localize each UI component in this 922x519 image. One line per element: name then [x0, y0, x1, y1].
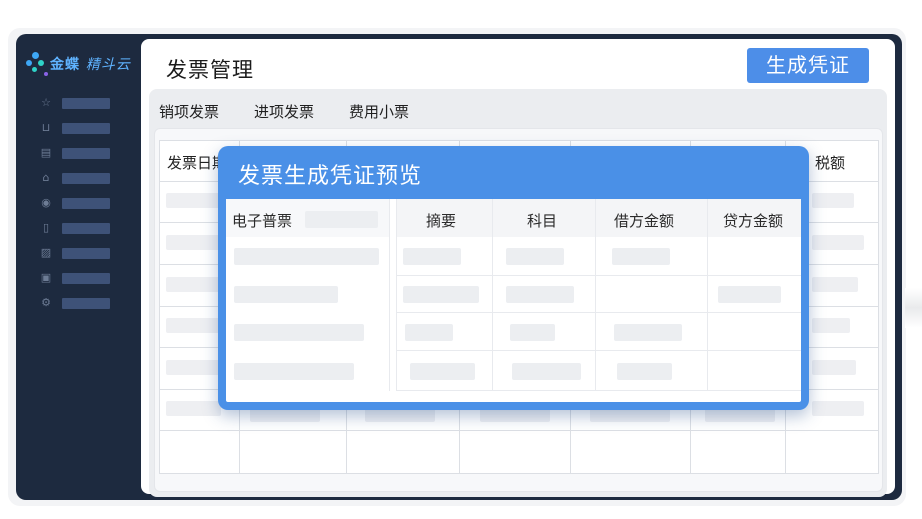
invoice-number-placeholder [305, 211, 378, 228]
modal-divider [396, 275, 801, 276]
invoice-type-label: 电子普票 [232, 212, 293, 230]
sidebar-item-settings[interactable]: ⚙ [38, 295, 110, 311]
modal-divider [389, 199, 390, 391]
cell-placeholder [234, 286, 338, 303]
brand-name: 金蝶 精斗云 [50, 57, 131, 73]
modal-divider [707, 199, 708, 391]
cell-placeholder [166, 360, 221, 375]
cell-placeholder [234, 363, 354, 380]
sidebar-item-favorites[interactable]: ☆ [38, 95, 110, 111]
cell-placeholder [166, 193, 221, 208]
safe-icon: ▣ [40, 271, 52, 284]
modal-divider [396, 390, 801, 391]
cell-placeholder [403, 286, 479, 303]
sidebar-item-label [62, 197, 110, 209]
sidebar-item-label [62, 247, 110, 259]
cell-placeholder [812, 277, 858, 292]
modal-divider [396, 312, 801, 313]
cell-placeholder [506, 286, 574, 303]
cell-placeholder [403, 248, 461, 265]
file-icon: ▯ [42, 221, 50, 234]
cell-placeholder [617, 363, 672, 380]
sidebar-item-purchase[interactable]: ⊔ [38, 120, 110, 136]
sidebar-item-label [62, 272, 110, 284]
cell-placeholder [166, 235, 221, 250]
cell-placeholder [718, 286, 781, 303]
sidebar-item-invoices[interactable]: ▯ [38, 220, 110, 236]
cell-placeholder [166, 318, 221, 333]
sidebar-item-label [62, 172, 110, 184]
tab-purchase-invoices[interactable]: 进项发票 [254, 101, 314, 122]
tab-sales-invoices[interactable]: 销项发票 [159, 101, 219, 122]
settings-icon: ⚙ [41, 296, 51, 309]
sidebar-item-label [62, 297, 110, 309]
cell-placeholder [166, 277, 221, 292]
cell-placeholder [506, 248, 564, 265]
cart-icon: ⊔ [41, 121, 51, 134]
cell-placeholder [512, 363, 581, 380]
cell-placeholder [405, 324, 453, 341]
chart-icon: ▨ [40, 246, 52, 259]
cell-placeholder [812, 360, 856, 375]
sidebar-item-finance[interactable]: ◉ [38, 195, 110, 211]
cell-placeholder [812, 193, 854, 208]
page-title: 发票管理 [166, 58, 254, 82]
modal-title: 发票生成凭证预览 [238, 164, 423, 189]
sidebar-item-label [62, 147, 110, 159]
sidebar-item-label [62, 122, 110, 134]
modal-divider [595, 199, 596, 391]
column-header-tax[interactable]: 税额 [815, 152, 845, 173]
modal-divider [492, 199, 493, 391]
column-header-credit: 贷方金额 [723, 212, 784, 230]
cell-placeholder [234, 324, 364, 341]
cell-placeholder [812, 235, 864, 250]
cell-placeholder [812, 401, 864, 416]
sidebar-item-documents[interactable]: ▤ [38, 145, 110, 161]
cell-placeholder [166, 401, 221, 416]
modal-divider [396, 350, 801, 351]
coin-icon: ◉ [41, 196, 51, 209]
cell-placeholder [234, 248, 379, 265]
star-icon: ☆ [41, 96, 51, 109]
sidebar-item-label [62, 97, 110, 109]
tab-expense-receipts[interactable]: 费用小票 [349, 101, 409, 122]
cell-placeholder [812, 318, 850, 333]
sidebar-item-assets[interactable]: ▣ [38, 270, 110, 286]
sidebar-item-reports[interactable]: ▨ [38, 245, 110, 261]
home-icon: ⌂ [42, 171, 50, 184]
sidebar-item-label [62, 222, 110, 234]
modal-divider [396, 199, 397, 391]
decorative-shadow [905, 288, 922, 328]
table-divider [159, 430, 878, 431]
generate-voucher-button[interactable]: 生成凭证 [747, 48, 869, 83]
cell-placeholder [410, 363, 475, 380]
document-icon: ▤ [40, 146, 52, 159]
column-header-account: 科目 [527, 212, 558, 230]
cell-placeholder [612, 248, 670, 265]
cell-placeholder [510, 324, 555, 341]
cell-placeholder [614, 324, 682, 341]
column-header-summary: 摘要 [426, 212, 457, 230]
sidebar-item-warehouse[interactable]: ⌂ [38, 170, 110, 186]
logo-mark-icon [26, 50, 48, 78]
column-header-debit: 借方金额 [614, 212, 675, 230]
brand-logo[interactable]: 金蝶 精斗云 [26, 50, 131, 78]
